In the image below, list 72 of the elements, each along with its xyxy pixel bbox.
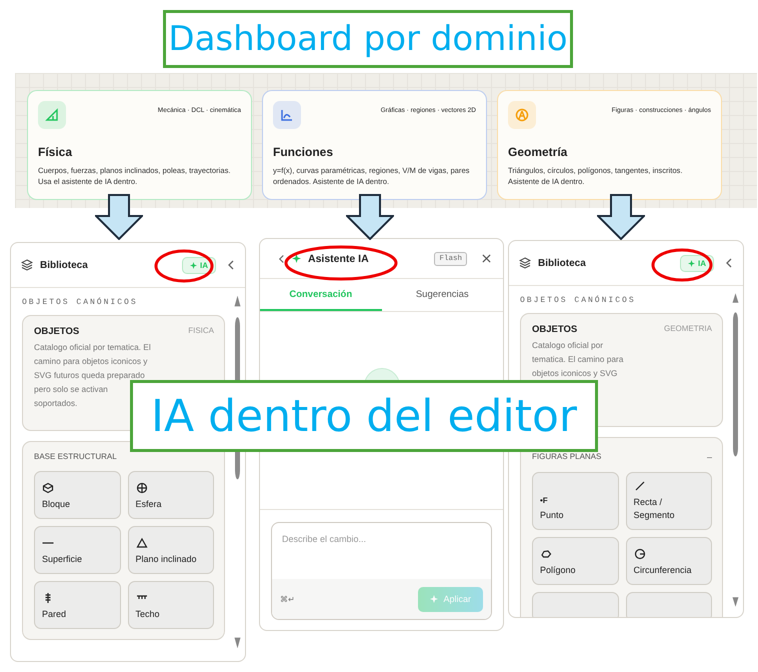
sparkle-icon [688, 260, 695, 266]
object-tile[interactable]: Pared [34, 581, 120, 629]
domain-title: Funciones [273, 145, 334, 159]
card-text-line: objetos iconicos y SVG [532, 367, 618, 380]
object-tile[interactable] [626, 592, 712, 617]
object-tile[interactable]: Superficie [34, 526, 120, 574]
tile-label: Punto [540, 509, 565, 522]
tile-label: Polígono [540, 564, 577, 577]
placeholder-text: Describe el cambio... [281, 533, 368, 546]
highlight-ellipse [154, 249, 214, 283]
object-tile[interactable]: Plano inclinado [128, 526, 214, 574]
circle-icon [634, 548, 646, 560]
card-text-line: Catalogo oficial por tematica. El [34, 341, 152, 354]
down-arrow [346, 194, 394, 240]
card-tag: GEOMETRIA [664, 324, 712, 335]
tile-label: Bloque [42, 498, 72, 511]
panel-title: Biblioteca [538, 258, 587, 268]
shortcut-hint: ⌘↵ [280, 594, 295, 604]
triangle-icon [136, 537, 148, 549]
point-icon: •F [540, 496, 610, 505]
tile-label: Plano inclinado [136, 553, 198, 566]
object-tile[interactable]: Recta / Segmento [626, 472, 712, 530]
down-arrow [597, 194, 645, 240]
tab[interactable]: Sugerencias [382, 279, 503, 311]
cube-icon [42, 482, 54, 494]
globe-icon [136, 482, 148, 494]
object-tile[interactable]: Techo [128, 581, 214, 629]
tile-label: Esfera [136, 498, 163, 511]
object-tile[interactable]: Polígono [532, 537, 618, 585]
sparkle-icon [430, 595, 438, 603]
panel-title: Biblioteca [40, 260, 89, 270]
section-label: OBJETOS CANÓNICOS [22, 298, 139, 307]
collapse-icon[interactable] [725, 258, 733, 268]
object-tile[interactable]: Circunferencia [626, 537, 712, 585]
highlight-ellipse [651, 248, 713, 282]
panel-title: Asistente IA [308, 252, 370, 264]
heading-text: Dashboard por dominio [168, 19, 568, 59]
slash-icon [634, 480, 646, 492]
tile-label: Recta / Segmento [634, 496, 676, 522]
down-arrow [95, 194, 143, 240]
card-text-line: soportados. [34, 397, 78, 410]
layers-icon [21, 259, 33, 271]
card-tag: FISICA [188, 326, 214, 337]
back-icon[interactable] [278, 254, 285, 264]
card-text-line: pero solo se activan [34, 383, 109, 396]
card-title: OBJETOS [532, 324, 578, 335]
domain-title: Física [38, 145, 74, 159]
card-text-line: tematica. El camino para [532, 353, 624, 366]
card-text-line: Catalogo oficial por [532, 339, 604, 352]
object-tile[interactable]: Bloque [34, 471, 120, 519]
object-tile[interactable]: •F Punto [532, 472, 618, 530]
tile-label: Superficie [42, 553, 84, 566]
tile-label: Circunferencia [634, 564, 693, 577]
card-text-line: SVG futuros queda preparado [34, 369, 146, 382]
caption-text: IA dentro del editor [151, 390, 577, 442]
card-text-line: camino para objetos iconicos y [34, 355, 148, 368]
sparkle-icon [190, 262, 197, 268]
layers-icon [519, 257, 531, 269]
object-tile[interactable]: Esfera [128, 471, 214, 519]
tile-label: Techo [136, 608, 161, 621]
tile-label: Pared [42, 608, 68, 621]
collapse-icon[interactable] [227, 260, 235, 270]
group-title: FIGURAS PLANAS [532, 452, 602, 462]
blob-icon [540, 548, 552, 560]
collapse-toggle[interactable]: – [706, 452, 712, 462]
card-title: OBJETOS [34, 326, 80, 337]
sparkle-icon [292, 254, 301, 263]
object-tile[interactable] [532, 592, 618, 617]
close-icon[interactable] [482, 254, 491, 263]
domain-title: Geometría [508, 145, 568, 159]
group-title: BASE ESTRUCTURAL [34, 452, 117, 461]
section-label: OBJETOS CANÓNICOS [520, 296, 637, 305]
